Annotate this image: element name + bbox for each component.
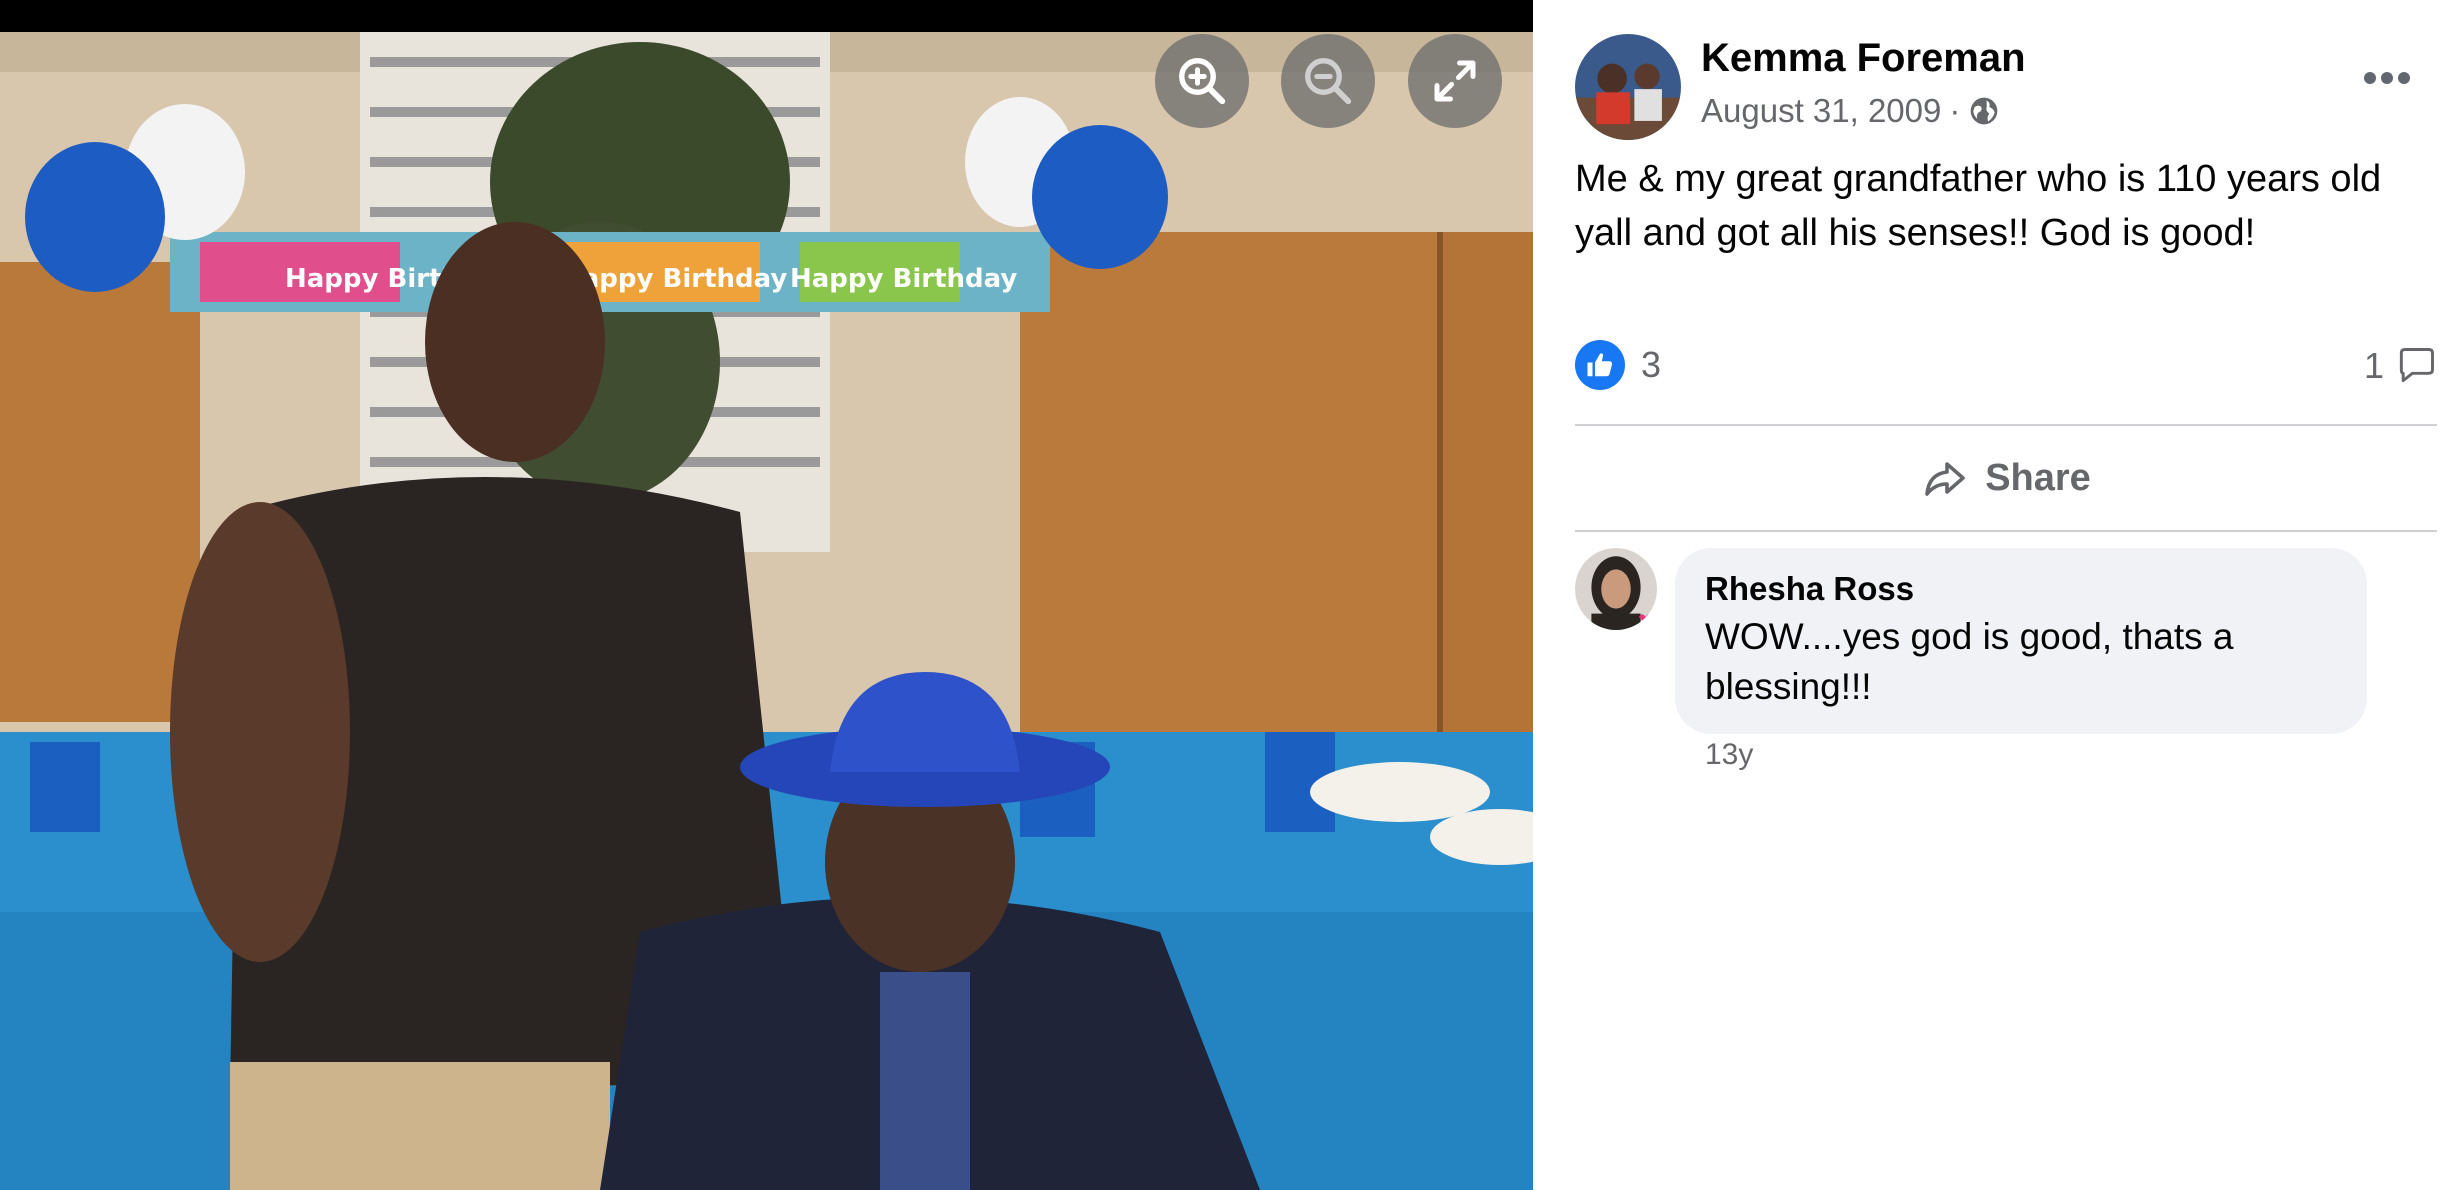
share-button[interactable]: Share: [1575, 434, 2437, 522]
thumbs-up-icon: [1587, 353, 1612, 377]
zoom-in-icon: [1179, 58, 1226, 105]
comment-bubble-icon: [2399, 348, 2434, 383]
comment-count-button[interactable]: 1: [2364, 344, 2438, 388]
zoom-in-button[interactable]: [1155, 34, 1249, 128]
fullscreen-icon: [1434, 60, 1476, 102]
meta-separator: ·: [1949, 92, 1961, 129]
comment-text: WOW....yes god is good, thats a blessing…: [1705, 616, 2234, 707]
author-avatar-image: [1575, 34, 1681, 140]
comment-bubble: Rhesha Ross WOW....yes god is good, that…: [1675, 548, 2367, 734]
reactions-summary[interactable]: 3: [1575, 340, 1661, 390]
share-arrow-icon: [1925, 462, 1965, 496]
divider: [1575, 530, 2437, 532]
more-dots-icon: [2364, 72, 2410, 84]
post-date[interactable]: August 31, 2009: [1701, 92, 1941, 130]
divider: [1575, 424, 2437, 426]
photo-illustration: Happy Birthday Happy Birthday Happy Birt…: [0, 32, 1533, 1190]
zoom-out-button[interactable]: [1281, 34, 1375, 128]
post-panel: Kemma Foreman August 31, 2009 · Me & my …: [1533, 0, 2458, 1190]
author-avatar[interactable]: [1575, 34, 1681, 140]
commenter-avatar-image: [1575, 548, 1657, 630]
commenter-avatar[interactable]: [1575, 548, 1657, 630]
author-name[interactable]: Kemma Foreman: [1701, 36, 2026, 81]
like-reaction-icon: [1575, 340, 1625, 390]
post-text: Me & my great grandfather who is 110 yea…: [1575, 158, 2382, 254]
globe-icon[interactable]: [1968, 95, 2000, 127]
comment-count: 1: [2363, 345, 2384, 386]
comment-timestamp[interactable]: 13y: [1705, 738, 1753, 772]
post-photo[interactable]: Happy Birthday Happy Birthday Happy Birt…: [0, 32, 1533, 1190]
commenter-name[interactable]: Rhesha Ross: [1705, 566, 2337, 612]
fullscreen-button[interactable]: [1408, 34, 1502, 128]
share-label: Share: [1985, 456, 2091, 499]
banner-text-right: Happy Birthday: [790, 264, 1017, 294]
reaction-count: 3: [1641, 344, 1662, 385]
more-options-button[interactable]: [2355, 58, 2419, 98]
post-meta: August 31, 2009 ·: [1701, 92, 2000, 130]
photo-viewer: Happy Birthday Happy Birthday Happy Birt…: [0, 0, 1533, 1190]
zoom-out-icon: [1305, 58, 1352, 105]
